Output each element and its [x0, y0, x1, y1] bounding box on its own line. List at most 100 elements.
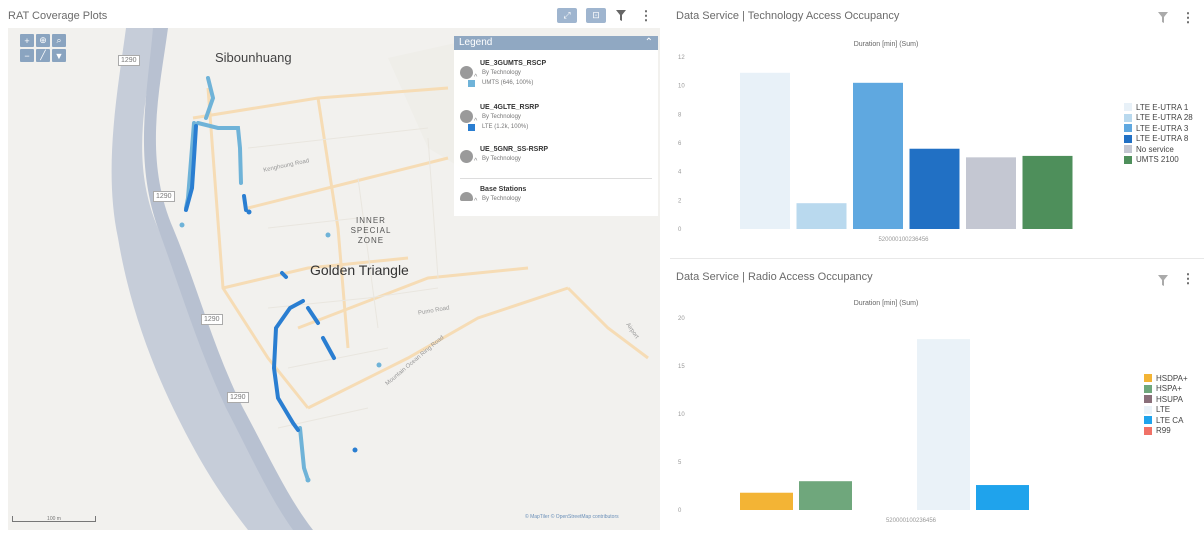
y-tick-label: 10 — [678, 412, 685, 418]
x-category-label: 520000100236456 — [886, 518, 937, 524]
layer-circle-icon — [460, 110, 473, 123]
legend-entry[interactable]: LTE CA — [1144, 415, 1188, 426]
layer-name[interactable]: UE_4GLTE_RSRP — [480, 104, 539, 111]
legend-swatch — [1144, 416, 1152, 425]
bar-hsdpa-[interactable] — [740, 492, 793, 510]
zoom-in-icon[interactable]: + — [20, 34, 34, 47]
x-category-label: 520000100236456 — [878, 237, 929, 243]
map-attribution[interactable]: © MapTiler © OpenStreetMap contributors — [525, 514, 619, 520]
map-scale-bar: 100 m — [12, 516, 96, 522]
measure-icon[interactable]: ╱ — [36, 49, 50, 62]
umts-swatch-label: UMTS (646, 100%) — [482, 80, 534, 86]
expand-icon[interactable]: ^ — [474, 158, 477, 165]
umts-swatch — [468, 80, 475, 87]
y-tick-label: 0 — [678, 227, 682, 233]
chart2-legend: HSDPA+ HSPA+ HSUPA LTE LTE CA R99 — [1144, 373, 1188, 436]
legend-divider — [460, 178, 652, 179]
zoom-out-icon[interactable]: − — [20, 49, 34, 62]
layer-name[interactable]: UE_5GNR_SS-RSRP — [480, 146, 548, 153]
bar-no-service[interactable] — [966, 157, 1016, 229]
legend-label: HSPA+ — [1156, 384, 1182, 394]
legend-swatch — [1124, 145, 1132, 154]
legend-title: Legend — [459, 37, 493, 48]
layer-circle-icon — [460, 150, 473, 163]
zone-label: INNER SPECIAL ZONE — [336, 216, 406, 246]
legend-label: LTE — [1156, 405, 1171, 415]
layer-sub: By Technology — [482, 196, 521, 202]
bar-lte-e-utra-28[interactable] — [796, 203, 847, 229]
place-label-sibounhuang: Sibounhuang — [215, 50, 292, 65]
rat-coverage-panel: RAT Coverage Plots ⤢ ⊡ ⋮ Sibounhuang Gol… — [0, 0, 668, 533]
y-tick-label: 0 — [678, 508, 682, 514]
lte-swatch-label: LTE (1.2k, 100%) — [482, 124, 529, 130]
legend-swatch — [1124, 155, 1132, 164]
legend-label: HSUPA — [1156, 394, 1183, 404]
y-tick-label: 2 — [678, 198, 682, 204]
legend-entry[interactable]: R99 — [1144, 426, 1188, 437]
legend-swatch — [1124, 134, 1132, 143]
legend-entry[interactable]: LTE E-UTRA 8 — [1124, 134, 1193, 145]
y-tick-label: 6 — [678, 141, 682, 147]
y-tick-label: 10 — [678, 84, 685, 90]
legend-label: R99 — [1156, 426, 1171, 436]
layer-sub: By Technology — [482, 156, 521, 162]
chart2-plot: 0 5 10 15 20 520000100236456 — [678, 316, 1029, 524]
bar-lte-e-utra-8[interactable] — [909, 148, 960, 229]
zoom-target-icon[interactable]: ⊕ — [36, 34, 50, 47]
zone-label-line1: INNER SPECIAL — [350, 216, 392, 235]
legend-label: LTE E-UTRA 8 — [1136, 134, 1189, 144]
layer-name[interactable]: Base Stations — [480, 186, 526, 193]
legend-entry[interactable]: LTE — [1144, 405, 1188, 416]
legend-entry[interactable]: LTE E-UTRA 3 — [1124, 123, 1193, 134]
legend-entry[interactable]: HSUPA — [1144, 394, 1188, 405]
bar-hspa-[interactable] — [799, 481, 852, 510]
radio-access-panel: Data Service | Radio Access Occupancy ⋮ … — [676, 259, 1204, 533]
layer-sub: By Technology — [482, 114, 521, 120]
legend-label: LTE E-UTRA 1 — [1136, 102, 1189, 112]
collapse-icon[interactable]: ⌃ — [645, 37, 653, 49]
layer-name[interactable]: UE_3GUMTS_RSCP — [480, 60, 546, 67]
zone-label-line2: ZONE — [357, 236, 385, 245]
legend-swatch — [1144, 395, 1152, 404]
legend-swatch — [1144, 405, 1152, 414]
bar-lte[interactable] — [917, 339, 970, 510]
legend-label: LTE E-UTRA 3 — [1136, 123, 1189, 133]
y-tick-label: 4 — [678, 170, 682, 176]
more-options-icon[interactable]: ⋮ — [640, 8, 653, 23]
legend-entry[interactable]: No service — [1124, 144, 1193, 155]
legend-swatch — [1124, 103, 1132, 112]
bar-lte-ca[interactable] — [976, 485, 1029, 510]
map-panel-title: RAT Coverage Plots — [8, 10, 108, 22]
road-shield: 1290 — [227, 392, 249, 403]
bar-lte-e-utra-3[interactable] — [853, 82, 903, 229]
map-filter-icon[interactable]: ▼ — [52, 49, 66, 62]
legend-entry[interactable]: LTE E-UTRA 1 — [1124, 102, 1193, 113]
zoom-area-icon[interactable]: ⌕ — [52, 34, 66, 47]
road-shield: 1290 — [153, 191, 175, 202]
filter-icon[interactable] — [614, 8, 628, 23]
legend-label: UMTS 2100 — [1136, 155, 1179, 165]
y-tick-label: 5 — [678, 460, 682, 466]
legend-label: No service — [1136, 144, 1174, 154]
legend-entry[interactable]: UMTS 2100 — [1124, 155, 1193, 166]
coverage-map[interactable]: Sibounhuang Golden Triangle INNER SPECIA… — [8, 28, 660, 530]
chart1-legend: LTE E-UTRA 1 LTE E-UTRA 28 LTE E-UTRA 3 LTE… — [1124, 102, 1193, 165]
expand-icon[interactable]: ^ — [474, 198, 477, 205]
legend-entry[interactable]: HSPA+ — [1144, 384, 1188, 395]
bar-lte-e-utra-1[interactable] — [740, 72, 790, 230]
base-station-icon — [460, 192, 473, 201]
legend-swatch — [1124, 124, 1132, 133]
map-toolbar: + ⊕ ⌕ − ╱ ▼ — [20, 34, 66, 62]
bar-umts-2100[interactable] — [1022, 155, 1073, 229]
legend-swatch — [1124, 113, 1132, 122]
layer-sub: By Technology — [482, 70, 521, 76]
y-tick-label: 8 — [678, 112, 682, 118]
legend-header[interactable]: Legend ⌃ — [454, 36, 658, 50]
link-icon[interactable]: ⊡ — [586, 8, 606, 23]
legend-entry[interactable]: LTE E-UTRA 28 — [1124, 113, 1193, 124]
legend-swatch — [1144, 384, 1152, 393]
legend-entry[interactable]: HSDPA+ — [1144, 373, 1188, 384]
layer-circle-icon — [460, 66, 473, 79]
road-shield: 1290 — [118, 55, 140, 66]
fit-map-icon[interactable]: ⤢ — [557, 8, 577, 23]
